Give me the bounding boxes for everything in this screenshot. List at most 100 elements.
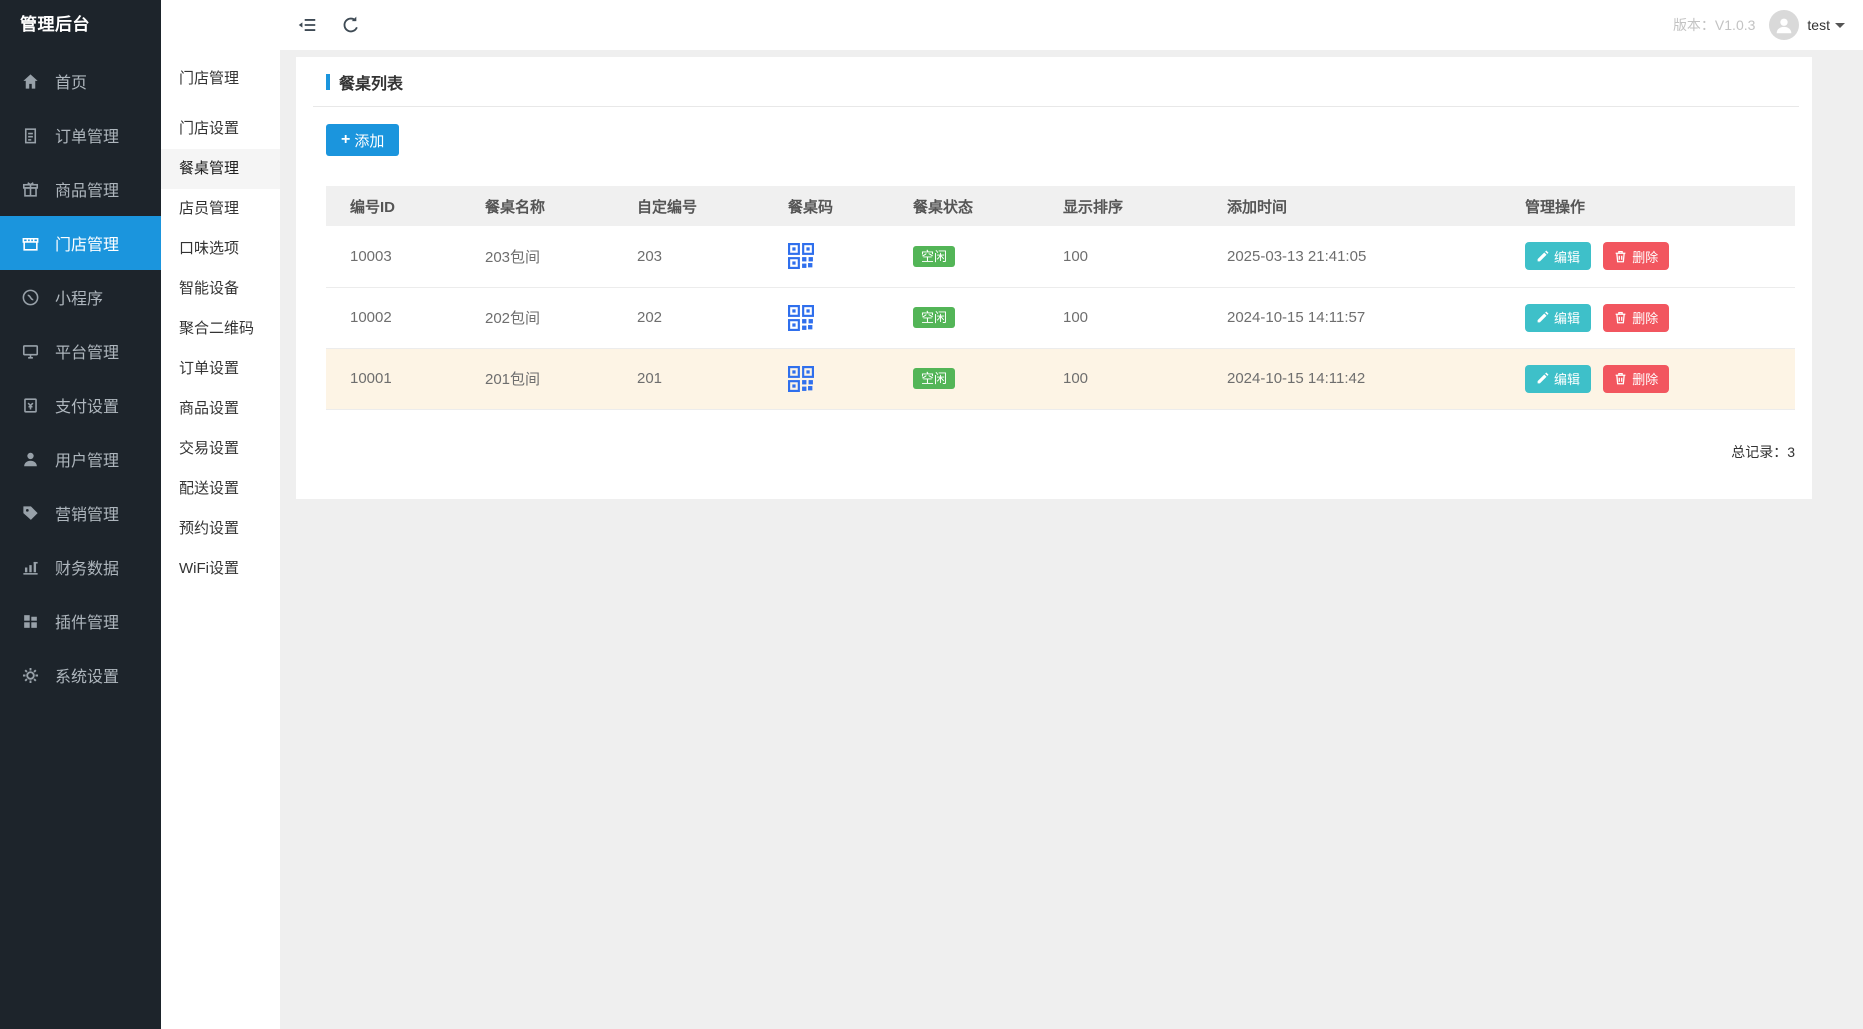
- submenu-item-store-management[interactable]: 门店管理: [161, 59, 280, 99]
- sidebar-item-users[interactable]: 用户管理: [0, 432, 161, 486]
- sidebar-item-store[interactable]: 门店管理: [0, 216, 161, 270]
- submenu-item-staff-management[interactable]: 店员管理: [161, 189, 280, 229]
- sidebar-item-plugins[interactable]: 插件管理: [0, 594, 161, 648]
- sidebar-item-label: 门店管理: [55, 231, 119, 255]
- orders-icon: [21, 126, 40, 145]
- topbar-right: 版本：V1.0.3 test: [1673, 10, 1845, 40]
- sidebar-item-platform[interactable]: 平台管理: [0, 324, 161, 378]
- cell-id: 10001: [326, 348, 461, 409]
- sidebar-item-label: 插件管理: [55, 609, 119, 633]
- finance-icon: [21, 558, 40, 577]
- cell-sort: 100: [1039, 226, 1203, 287]
- table-list-card: 餐桌列表 + 添加 编号ID 餐桌名称 自定编号: [296, 57, 1812, 499]
- trash-icon: [1614, 311, 1627, 324]
- sidebar-item-marketing[interactable]: 营销管理: [0, 486, 161, 540]
- column-header-id: 编号ID: [326, 186, 461, 226]
- submenu-item-smart-devices[interactable]: 智能设备: [161, 269, 280, 309]
- table-row: 10001 201包间 201 空闲 100 2024-10-15 14:11:…: [326, 348, 1795, 409]
- platform-icon: [21, 342, 40, 361]
- goods-icon: [21, 180, 40, 199]
- title-accent-bar: [326, 74, 330, 90]
- sidebar-item-label: 财务数据: [55, 555, 119, 579]
- table-header-row: 编号ID 餐桌名称 自定编号 餐桌码 餐桌状态 显示排序 添加时间 管理操作: [326, 186, 1795, 226]
- sidebar-item-label: 首页: [55, 69, 87, 93]
- system-icon: [21, 666, 40, 685]
- delete-button[interactable]: 删除: [1603, 365, 1669, 393]
- delete-button[interactable]: 删除: [1603, 242, 1669, 270]
- add-button-label: 添加: [354, 130, 384, 151]
- sidebar-item-label: 平台管理: [55, 339, 119, 363]
- column-header-sort: 显示排序: [1039, 186, 1203, 226]
- sidebar-item-label: 用户管理: [55, 447, 119, 471]
- submenu-item-flavor-options[interactable]: 口味选项: [161, 229, 280, 269]
- sidebar-item-label: 系统设置: [55, 663, 119, 687]
- delete-button-label: 删除: [1632, 308, 1658, 327]
- sidebar-item-goods[interactable]: 商品管理: [0, 162, 161, 216]
- delete-button-label: 删除: [1632, 369, 1658, 388]
- cell-sort: 100: [1039, 287, 1203, 348]
- edit-button-label: 编辑: [1554, 308, 1580, 327]
- delete-button[interactable]: 删除: [1603, 304, 1669, 332]
- version-label: 版本：V1.0.3: [1673, 15, 1755, 35]
- sidebar-item-miniprogram[interactable]: 小程序: [0, 270, 161, 324]
- column-header-qrcode: 餐桌码: [764, 186, 889, 226]
- cell-name: 201包间: [461, 348, 613, 409]
- pencil-icon: [1536, 311, 1549, 324]
- cell-sort: 100: [1039, 348, 1203, 409]
- chevron-down-icon: [1835, 23, 1845, 28]
- payment-icon: [21, 396, 40, 415]
- sidebar-item-payment[interactable]: 支付设置: [0, 378, 161, 432]
- sidebar-item-system[interactable]: 系统设置: [0, 648, 161, 702]
- edit-button[interactable]: 编辑: [1525, 365, 1591, 393]
- plugins-icon: [21, 612, 40, 631]
- qrcode-icon[interactable]: [788, 243, 814, 269]
- column-header-status: 餐桌状态: [889, 186, 1039, 226]
- cell-name: 203包间: [461, 226, 613, 287]
- qrcode-icon[interactable]: [788, 366, 814, 392]
- submenu-item-delivery-settings[interactable]: 配送设置: [161, 469, 280, 509]
- submenu-item-store-settings[interactable]: 门店设置: [161, 109, 280, 149]
- tables-table: 编号ID 餐桌名称 自定编号 餐桌码 餐桌状态 显示排序 添加时间 管理操作 1: [326, 186, 1795, 410]
- user-icon: [21, 450, 40, 469]
- submenu-item-order-settings[interactable]: 订单设置: [161, 349, 280, 389]
- submenu-item-trade-settings[interactable]: 交易设置: [161, 429, 280, 469]
- submenu-item-table-management[interactable]: 餐桌管理: [161, 149, 280, 189]
- home-icon: [21, 72, 40, 91]
- sidebar-item-home[interactable]: 首页: [0, 54, 161, 108]
- trash-icon: [1614, 250, 1627, 263]
- content-area: 餐桌列表 + 添加 编号ID 餐桌名称 自定编号: [280, 50, 1863, 1029]
- plus-icon: +: [341, 132, 350, 148]
- cell-name: 202包间: [461, 287, 613, 348]
- refresh-icon[interactable]: [340, 14, 362, 36]
- collapse-menu-icon[interactable]: [296, 14, 318, 36]
- secondary-sidebar: 门店管理 门店设置 餐桌管理 店员管理 口味选项 智能设备 聚合二维码 订单设置…: [161, 0, 280, 1029]
- column-header-code: 自定编号: [613, 186, 764, 226]
- column-header-created: 添加时间: [1203, 186, 1501, 226]
- column-header-actions: 管理操作: [1501, 186, 1795, 226]
- total-records-label: 总记录：: [1731, 444, 1787, 460]
- submenu-item-wifi-settings[interactable]: WiFi设置: [161, 549, 280, 589]
- edit-button-label: 编辑: [1554, 247, 1580, 266]
- total-records: 总记录：3: [326, 442, 1795, 462]
- edit-button[interactable]: 编辑: [1525, 304, 1591, 332]
- edit-button[interactable]: 编辑: [1525, 242, 1591, 270]
- store-icon: [21, 234, 40, 253]
- app-root: 管理后台 首页 订单管理 商品管理 门店管理 小程序: [0, 0, 1863, 1029]
- avatar[interactable]: [1769, 10, 1799, 40]
- primary-sidebar: 管理后台 首页 订单管理 商品管理 门店管理 小程序: [0, 0, 161, 1029]
- page-title: 餐桌列表: [339, 70, 403, 94]
- cell-id: 10002: [326, 287, 461, 348]
- submenu-item-goods-settings[interactable]: 商品设置: [161, 389, 280, 429]
- trash-icon: [1614, 372, 1627, 385]
- total-records-value: 3: [1787, 444, 1795, 460]
- add-button[interactable]: + 添加: [326, 124, 399, 156]
- user-menu[interactable]: test: [1807, 17, 1845, 33]
- cell-created: 2025-03-13 21:41:05: [1203, 226, 1501, 287]
- submenu-item-aggregate-qrcode[interactable]: 聚合二维码: [161, 309, 280, 349]
- topbar: 版本：V1.0.3 test: [280, 0, 1863, 50]
- sidebar-item-label: 订单管理: [55, 123, 119, 147]
- submenu-item-reservation-settings[interactable]: 预约设置: [161, 509, 280, 549]
- sidebar-item-finance[interactable]: 财务数据: [0, 540, 161, 594]
- qrcode-icon[interactable]: [788, 305, 814, 331]
- sidebar-item-orders[interactable]: 订单管理: [0, 108, 161, 162]
